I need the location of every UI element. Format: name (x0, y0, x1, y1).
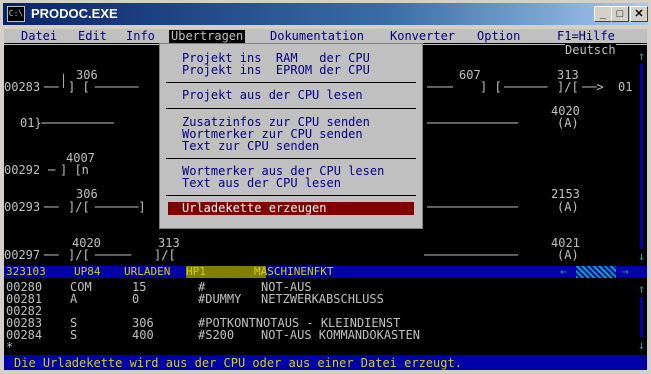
hscroll-thumb[interactable] (576, 266, 616, 278)
menu-edit[interactable]: Edit (78, 30, 107, 42)
menu-separator (166, 108, 416, 109)
hscroll-left-arrow-icon[interactable]: ← (560, 266, 567, 278)
status-program: UP84 (74, 265, 101, 278)
menu-info[interactable]: Info (126, 30, 155, 42)
ladder-scrollbar[interactable]: ↑ ↓ (637, 46, 647, 264)
app-window: C:\ PRODOC.EXE _ □ ✕ Datei Edit Info Übe… (0, 0, 651, 374)
contact-symbol: ] [ (68, 80, 90, 94)
contact-symbol: ]/[ (68, 248, 90, 262)
scroll-down-arrow-icon[interactable]: ↓ (638, 250, 645, 262)
contact-symbol: ] [n (60, 163, 89, 177)
contact-symbol: ]/[ (557, 80, 579, 94)
menu-item-text-senden[interactable]: Text zur CPU senden (182, 140, 319, 152)
hscroll-right-arrow-icon[interactable]: → (622, 266, 629, 278)
contact-number: 306 (76, 187, 98, 201)
scroll-track[interactable] (640, 297, 643, 337)
output-ref: 01 (618, 80, 633, 94)
status-bar: 323103 UP84 URLADEN HP1 MASCHINENFKT ← → (4, 266, 647, 278)
menu-item-text-lesen[interactable]: Text aus der CPU lesen (182, 177, 341, 189)
maximize-button[interactable]: □ (611, 6, 629, 22)
menu-datei[interactable]: Datei (21, 30, 57, 42)
message-text: Die Urladekette wird aus der CPU oder au… (14, 356, 462, 370)
menu-konverter[interactable]: Konverter (390, 30, 455, 42)
uebertragen-dropdown: Projekt ins RAM der CPU Projekt ins EPRO… (159, 43, 423, 229)
contact-symbol: ]/[ (154, 248, 176, 262)
coil-symbol: (A) (557, 200, 579, 214)
scroll-down-arrow-icon[interactable]: ↓ (638, 339, 645, 351)
contact-symbol: ]/[ (68, 200, 90, 214)
command-prompt[interactable]: * (6, 341, 13, 353)
language-label: Deutsch (565, 43, 616, 57)
scroll-up-arrow-icon[interactable]: ↑ (638, 283, 645, 295)
status-function: MASCHINENFKT (254, 265, 334, 278)
coil-symbol: (A) (557, 116, 579, 130)
menu-item-projekt-lesen[interactable]: Projekt aus der CPU lesen (182, 89, 363, 101)
list-scrollbar[interactable]: ↑ ↓ (637, 281, 647, 353)
scroll-track[interactable] (640, 64, 643, 249)
scroll-up-arrow-icon[interactable]: ↑ (638, 50, 645, 62)
menu-separator (166, 158, 416, 159)
menu-bar: Datei Edit Info Übertragen Dokumentation… (4, 29, 647, 45)
menu-dokumentation[interactable]: Dokumentation (270, 30, 364, 42)
title-bar[interactable]: C:\ PRODOC.EXE _ □ ✕ (3, 3, 648, 25)
menu-item-urladekette-erzeugen[interactable]: Urladekette erzeugen (168, 202, 414, 215)
console-app-icon[interactable]: C:\ (7, 6, 25, 22)
close-button[interactable]: ✕ (630, 6, 648, 22)
contact-symbol: ] [ (480, 80, 502, 94)
menu-option[interactable]: Option (477, 30, 520, 42)
minimize-button[interactable]: _ (594, 6, 612, 22)
message-line: Die Urladekette wird aus der CPU oder au… (4, 355, 647, 370)
menu-item-label: Urladekette erzeugen (182, 201, 327, 215)
contact-number: 607 (459, 68, 481, 82)
status-id: 323103 (6, 265, 46, 278)
help-hint[interactable]: F1=Hilfe (557, 30, 615, 42)
menu-item-projekt-eprom[interactable]: Projekt ins EPROM der CPU (182, 64, 370, 76)
coil-number: 2153 (551, 187, 580, 201)
window-title: PRODOC.EXE (31, 6, 118, 21)
console-area[interactable]: Datei Edit Info Übertragen Dokumentation… (4, 29, 647, 370)
coil-symbol: (A) (557, 248, 579, 262)
menu-separator (166, 82, 416, 83)
menu-separator (166, 195, 416, 196)
status-mode: URLADEN (124, 265, 171, 278)
